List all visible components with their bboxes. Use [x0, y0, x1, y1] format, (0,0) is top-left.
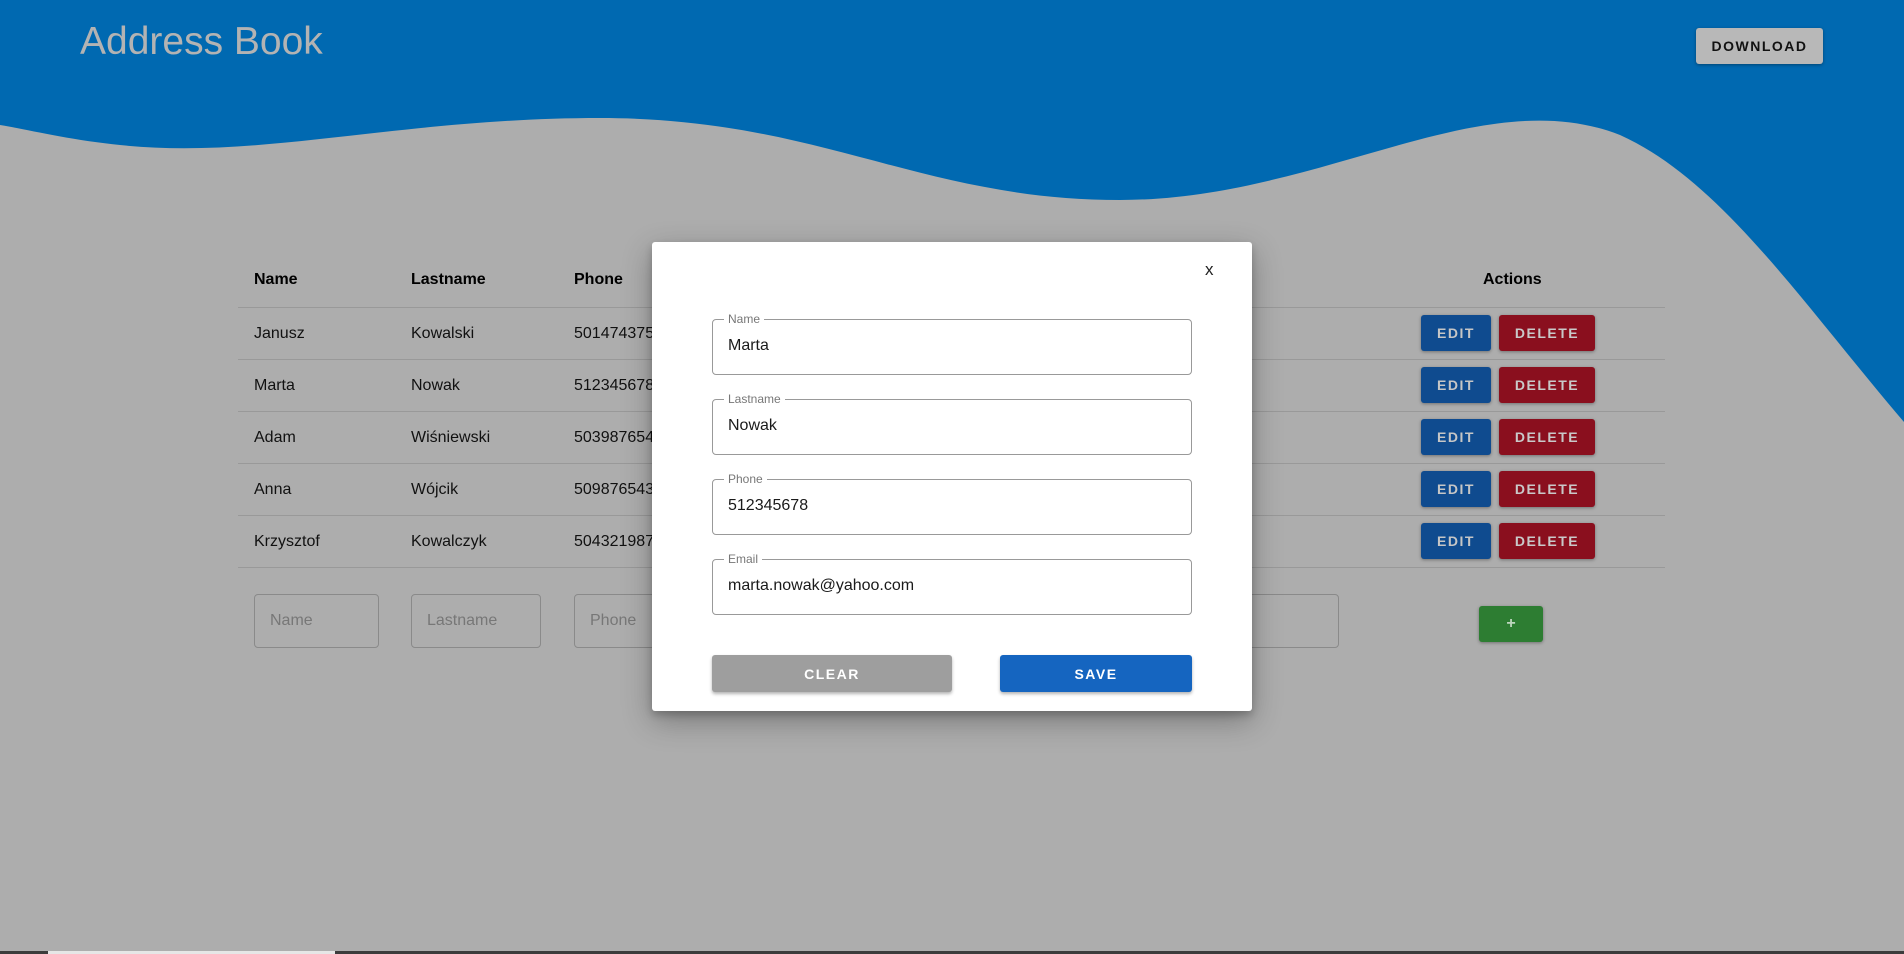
column-header-lastname: Lastname — [411, 271, 486, 288]
cell-lastname: Wiśniewski — [411, 429, 491, 446]
cell-name: Krzysztof — [254, 533, 320, 550]
clear-button[interactable]: CLEAR — [712, 655, 952, 692]
phone-field-value: 512345678 — [728, 497, 809, 514]
cell-lastname: Kowalski — [411, 325, 475, 342]
email-field-value: marta.nowak@yahoo.com — [728, 577, 915, 594]
cell-name: Adam — [254, 429, 296, 446]
name-field-value: Marta — [728, 337, 769, 354]
new-name-input[interactable]: Name — [254, 594, 379, 648]
edit-button[interactable]: EDIT — [1421, 419, 1491, 455]
delete-button[interactable]: DELETE — [1499, 367, 1595, 403]
delete-button[interactable]: DELETE — [1499, 523, 1595, 559]
name-field-label: Name — [724, 312, 765, 326]
name-field[interactable]: Name Marta — [712, 312, 1192, 375]
lastname-field-label: Lastname — [724, 392, 785, 406]
close-button[interactable]: x — [1205, 260, 1214, 280]
email-field[interactable]: Email marta.nowak@yahoo.com — [712, 552, 1192, 615]
app-title: Address Book — [80, 20, 323, 63]
lastname-field[interactable]: Lastname Nowak — [712, 392, 1192, 455]
download-button[interactable]: DOWNLOAD — [1696, 28, 1823, 64]
phone-field[interactable]: Phone 512345678 — [712, 472, 1192, 535]
add-contact-button[interactable]: + — [1479, 606, 1543, 642]
save-button[interactable]: SAVE — [1000, 655, 1192, 692]
cell-lastname: Wójcik — [411, 481, 459, 498]
column-header-actions: Actions — [1483, 271, 1542, 288]
delete-button[interactable]: DELETE — [1499, 419, 1595, 455]
email-field-label: Email — [724, 552, 763, 566]
edit-button[interactable]: EDIT — [1421, 471, 1491, 507]
edit-button[interactable]: EDIT — [1421, 367, 1491, 403]
cell-lastname: Kowalczyk — [411, 533, 487, 550]
column-header-name: Name — [254, 271, 298, 288]
cell-lastname: Nowak — [411, 377, 460, 394]
lastname-field-value: Nowak — [728, 417, 777, 434]
cell-name: Janusz — [254, 325, 305, 342]
new-email-input[interactable] — [1238, 594, 1339, 648]
phone-field-label: Phone — [724, 472, 767, 486]
cell-name: Marta — [254, 377, 295, 394]
edit-contact-modal: x Name Marta Lastname Nowak Phone 512345… — [652, 242, 1252, 711]
delete-button[interactable]: DELETE — [1499, 315, 1595, 351]
cell-name: Anna — [254, 481, 292, 498]
edit-button[interactable]: EDIT — [1421, 315, 1491, 351]
edit-button[interactable]: EDIT — [1421, 523, 1491, 559]
delete-button[interactable]: DELETE — [1499, 471, 1595, 507]
new-lastname-input[interactable]: Lastname — [411, 594, 541, 648]
